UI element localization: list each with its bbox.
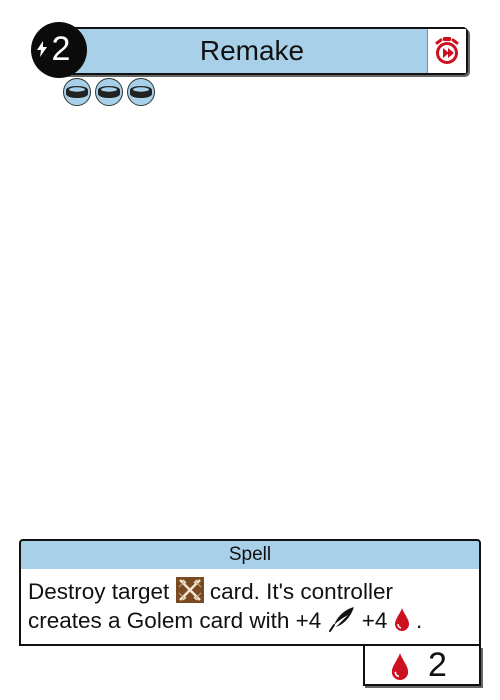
lightning-icon (37, 41, 47, 57)
blood-drop-icon (391, 653, 409, 680)
rules-text: Destroy target card. It's controller cre… (28, 577, 471, 636)
cost-value: 2 (51, 29, 71, 68)
token-row (62, 78, 156, 106)
card-type: Spell (228, 544, 272, 565)
rules-text-part3: +4 (361, 608, 388, 634)
blood-drop-icon (394, 608, 409, 632)
coin-token-icon (95, 78, 123, 106)
cost-badge: 2 (31, 22, 87, 78)
stat-box: 2 (363, 646, 481, 686)
stat-value: 2 (428, 645, 447, 684)
crossed-swords-icon (175, 577, 204, 604)
card-title: Remake (199, 35, 305, 66)
coin-token-icon (127, 78, 155, 106)
title-bar: Remake (60, 27, 468, 75)
speed-indicator (427, 29, 466, 73)
feather-icon (328, 607, 354, 633)
type-line: Spell (19, 539, 481, 571)
rules-text-box: Destroy target card. It's controller cre… (19, 569, 481, 646)
rules-text-part4: . (415, 608, 423, 634)
rules-text-part1: Destroy target (28, 579, 170, 604)
coin-token-icon (63, 78, 91, 106)
fast-stopwatch-icon (435, 37, 459, 64)
